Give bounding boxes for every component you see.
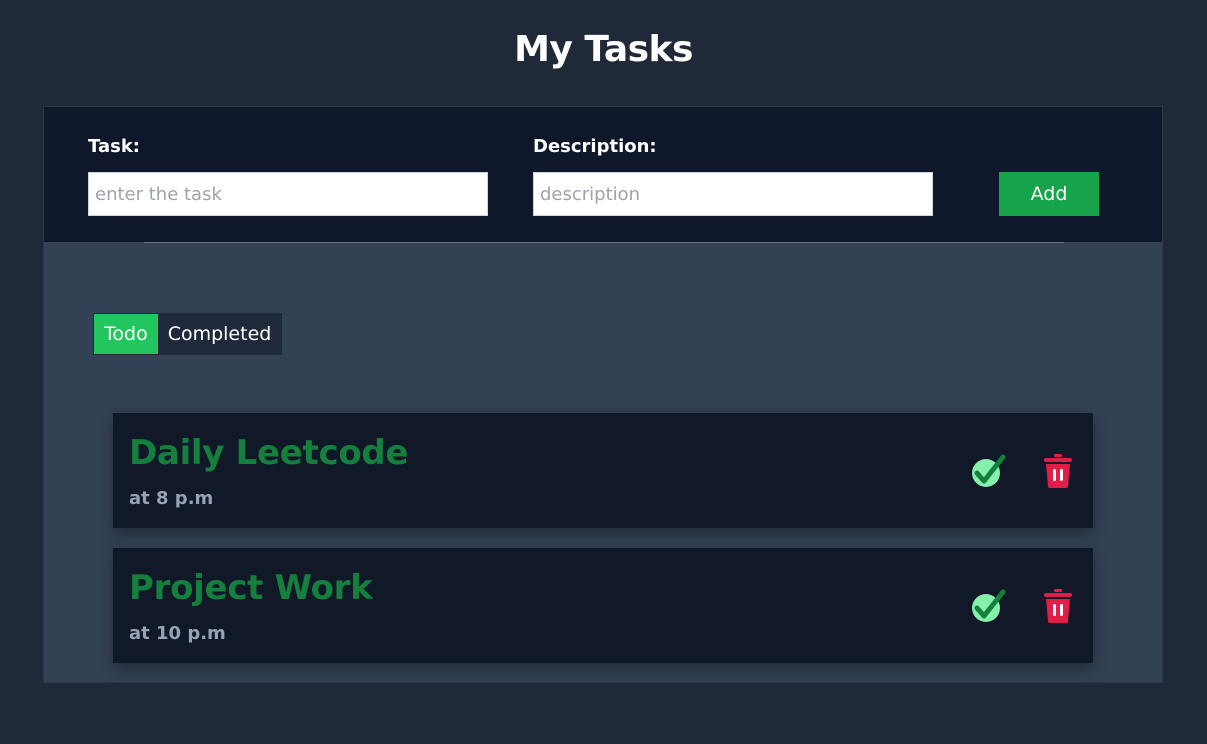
task-panel: Task: Description: Add Todo Completed Da… [43, 106, 1163, 683]
tab-todo[interactable]: Todo [94, 314, 158, 354]
check-icon[interactable] [968, 451, 1008, 491]
task-title: Project Work [129, 568, 373, 608]
description-label: Description: [533, 136, 657, 157]
page-title: My Tasks [514, 29, 693, 70]
tab-completed[interactable]: Completed [157, 314, 282, 354]
add-button[interactable]: Add [999, 172, 1099, 216]
task-input[interactable] [88, 172, 488, 216]
check-icon[interactable] [968, 586, 1008, 626]
task-card: Project Work at 10 p.m [113, 548, 1093, 663]
trash-icon[interactable] [1038, 451, 1078, 491]
tab-group: Todo Completed [93, 313, 283, 355]
task-description: at 8 p.m [129, 488, 214, 509]
task-description: at 10 p.m [129, 623, 226, 644]
task-form: Task: Description: Add [44, 107, 1162, 242]
task-label: Task: [88, 136, 140, 157]
task-card: Daily Leetcode at 8 p.m [113, 413, 1093, 528]
task-title: Daily Leetcode [129, 433, 409, 473]
trash-icon[interactable] [1038, 586, 1078, 626]
divider [144, 242, 1064, 243]
description-input[interactable] [533, 172, 933, 216]
